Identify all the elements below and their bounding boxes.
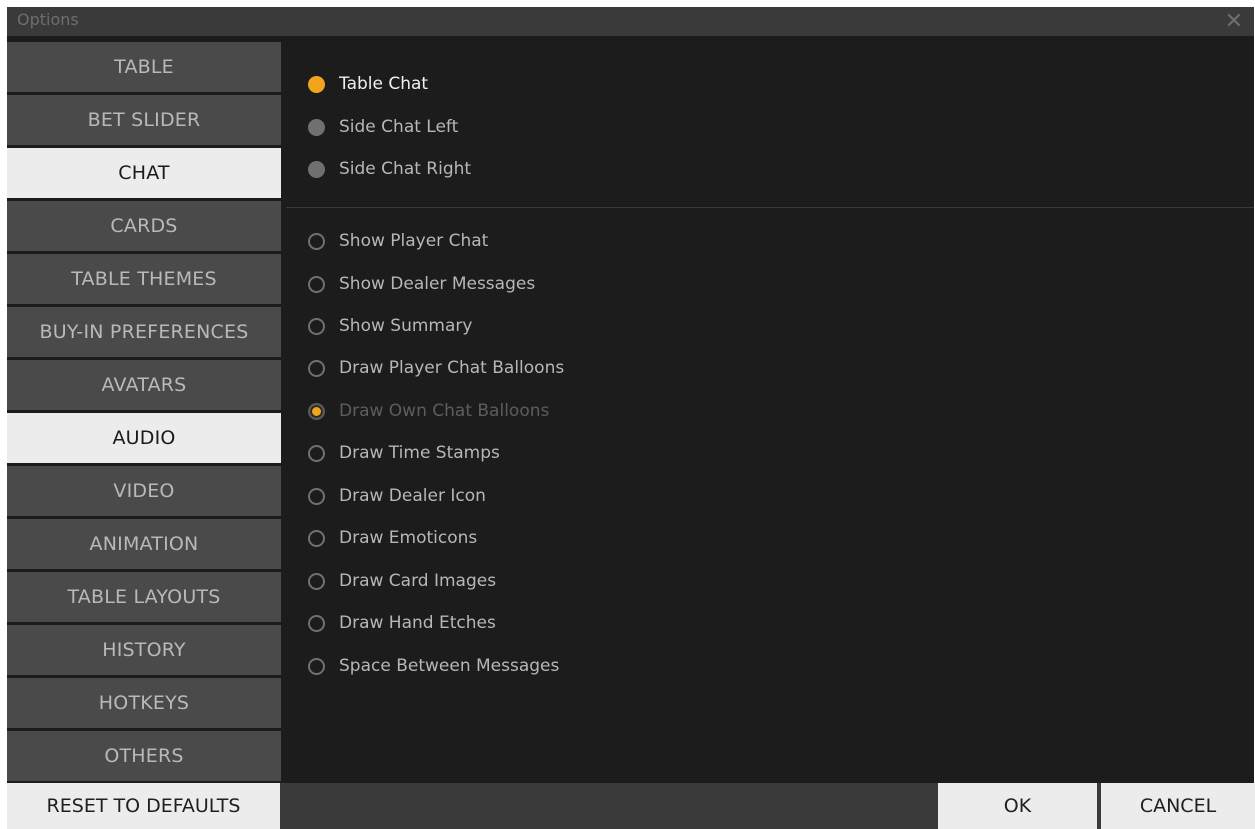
sidebar-item-label: TABLE: [114, 56, 174, 78]
radio-label: Side Chat Left: [339, 117, 459, 137]
button-label: CANCEL: [1139, 795, 1217, 817]
checkbox-unchecked-icon: [308, 359, 325, 377]
cancel-button[interactable]: CANCEL: [1101, 783, 1255, 829]
radio-table-chat[interactable]: Table Chat: [308, 69, 428, 99]
option-draw-emoticons[interactable]: Draw Emoticons: [308, 523, 477, 553]
checkbox-unchecked-icon: [308, 487, 325, 505]
radio-label: Table Chat: [339, 74, 429, 94]
section-divider: [286, 207, 1254, 208]
sidebar-item-label: ANIMATION: [89, 533, 199, 555]
checkbox-unchecked-icon: [308, 444, 325, 462]
option-draw-hand-etches[interactable]: Draw Hand Etches: [308, 608, 496, 638]
chat-settings-panel: Table Chat Side Chat Left Side Chat Righ…: [286, 42, 1254, 783]
sidebar-item-label: BUY-IN PREFERENCES: [39, 321, 249, 343]
radio-side-chat-left[interactable]: Side Chat Left: [308, 112, 458, 142]
sidebar-item-buy-in-preferences[interactable]: BUY-IN PREFERENCES: [7, 307, 281, 357]
option-draw-player-chat-balloons[interactable]: Draw Player Chat Balloons: [308, 353, 564, 383]
option-label: Show Dealer Messages: [339, 274, 536, 294]
sidebar-item-hotkeys[interactable]: HOTKEYS: [7, 678, 281, 728]
checkbox-checked-icon: [308, 402, 325, 420]
title-bar: Options ✕: [7, 7, 1254, 36]
checkbox-unchecked-icon: [308, 529, 325, 547]
sidebar-item-bet-slider[interactable]: BET SLIDER: [7, 95, 281, 145]
checkbox-unchecked-icon: [308, 572, 325, 590]
option-label: Draw Dealer Icon: [339, 486, 486, 506]
close-icon[interactable]: ✕: [1222, 7, 1246, 36]
sidebar-item-video[interactable]: VIDEO: [7, 466, 281, 516]
sidebar-item-cards[interactable]: CARDS: [7, 201, 281, 251]
sidebar-item-avatars[interactable]: AVATARS: [7, 360, 281, 410]
sidebar-item-table[interactable]: TABLE: [7, 42, 281, 92]
sidebar-item-label: OTHERS: [104, 745, 184, 767]
option-label: Draw Own Chat Balloons: [339, 401, 550, 421]
sidebar-item-chat[interactable]: CHAT: [7, 148, 281, 198]
option-label: Show Summary: [339, 316, 473, 336]
sidebar-item-label: TABLE THEMES: [71, 268, 217, 290]
sidebar-item-others[interactable]: OTHERS: [7, 731, 281, 781]
dialog-title: Options: [17, 10, 79, 29]
option-label: Draw Emoticons: [339, 528, 478, 548]
radio-unselected-icon: [308, 118, 325, 136]
option-label: Space Between Messages: [339, 656, 560, 676]
ok-button[interactable]: OK: [938, 783, 1097, 829]
sidebar-item-history[interactable]: HISTORY: [7, 625, 281, 675]
button-label: OK: [1003, 795, 1032, 817]
radio-label: Side Chat Right: [339, 159, 472, 179]
radio-side-chat-right[interactable]: Side Chat Right: [308, 154, 471, 184]
sidebar-item-table-layouts[interactable]: TABLE LAYOUTS: [7, 572, 281, 622]
option-draw-card-images[interactable]: Draw Card Images: [308, 566, 496, 596]
option-label: Draw Card Images: [339, 571, 497, 591]
sidebar-item-label: VIDEO: [113, 480, 175, 502]
sidebar-item-animation[interactable]: ANIMATION: [7, 519, 281, 569]
checkbox-unchecked-icon: [308, 614, 325, 632]
option-label: Draw Hand Etches: [339, 613, 496, 633]
radio-unselected-icon: [308, 160, 325, 178]
option-draw-time-stamps[interactable]: Draw Time Stamps: [308, 438, 500, 468]
checkbox-unchecked-icon: [308, 317, 325, 335]
checkbox-unchecked-icon: [308, 657, 325, 675]
sidebar-item-label: HOTKEYS: [98, 692, 190, 714]
sidebar-item-label: AVATARS: [101, 374, 187, 396]
option-draw-own-chat-balloons: Draw Own Chat Balloons: [308, 396, 549, 426]
option-show-player-chat[interactable]: Show Player Chat: [308, 226, 488, 256]
options-dialog: Options ✕ TABLE BET SLIDER CHAT CARDS TA…: [7, 7, 1255, 829]
sidebar-item-audio[interactable]: AUDIO: [7, 413, 281, 463]
option-show-summary[interactable]: Show Summary: [308, 311, 472, 341]
sidebar-item-label: CHAT: [118, 162, 170, 184]
option-label: Draw Time Stamps: [339, 443, 500, 463]
sidebar-item-label: BET SLIDER: [87, 109, 201, 131]
button-label: RESET TO DEFAULTS: [46, 795, 241, 817]
checkbox-unchecked-icon: [308, 275, 325, 293]
option-draw-dealer-icon[interactable]: Draw Dealer Icon: [308, 481, 486, 511]
sidebar-item-table-themes[interactable]: TABLE THEMES: [7, 254, 281, 304]
sidebar-item-label: HISTORY: [102, 639, 186, 661]
sidebar-item-label: TABLE LAYOUTS: [67, 586, 221, 608]
option-label: Draw Player Chat Balloons: [339, 358, 565, 378]
sidebar-item-label: AUDIO: [112, 427, 176, 449]
checkbox-unchecked-icon: [308, 232, 325, 250]
sidebar-item-label: CARDS: [110, 215, 178, 237]
dialog-footer: RESET TO DEFAULTS OK CANCEL: [7, 783, 1255, 829]
option-show-dealer-messages[interactable]: Show Dealer Messages: [308, 269, 535, 299]
option-space-between-messages[interactable]: Space Between Messages: [308, 651, 559, 681]
radio-selected-icon: [308, 75, 325, 93]
option-label: Show Player Chat: [339, 231, 489, 251]
reset-to-defaults-button[interactable]: RESET TO DEFAULTS: [7, 783, 280, 829]
